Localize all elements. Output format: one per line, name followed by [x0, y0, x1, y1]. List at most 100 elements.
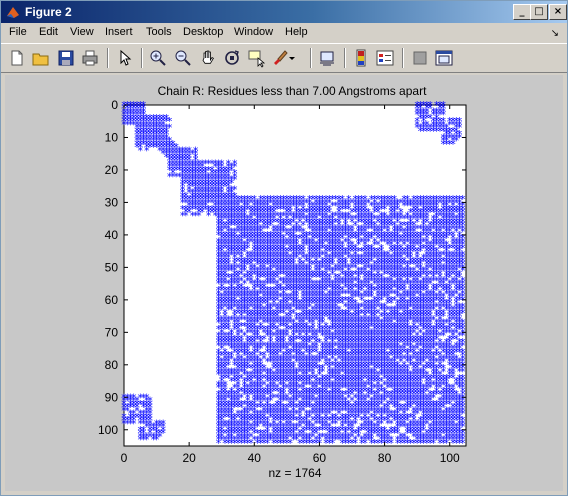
new-figure-icon[interactable] — [7, 48, 27, 68]
contact-point: * — [268, 258, 274, 271]
zoom-in-icon[interactable] — [148, 48, 168, 68]
menu-file[interactable]: File — [9, 26, 27, 38]
link-plot-icon[interactable] — [317, 48, 337, 68]
open-folder-icon[interactable] — [31, 48, 51, 68]
contact-point: * — [372, 193, 378, 206]
menu-insert[interactable]: Insert — [105, 26, 133, 38]
contact-point: * — [418, 382, 424, 395]
contact-point: * — [359, 424, 365, 437]
menu-window[interactable]: Window — [234, 26, 273, 38]
contact-point: * — [222, 369, 228, 382]
contact-point: * — [356, 232, 362, 245]
contact-point: * — [353, 304, 359, 317]
contact-point: * — [385, 235, 391, 248]
contact-point: * — [447, 369, 453, 382]
contact-point: * — [330, 346, 336, 359]
menu-help[interactable]: Help — [285, 26, 308, 38]
contact-point: * — [138, 102, 144, 115]
contact-point: * — [317, 336, 323, 349]
contact-point: * — [294, 284, 300, 297]
contact-point: * — [297, 427, 303, 440]
contact-point: * — [440, 284, 446, 297]
close-button[interactable]: × — [549, 4, 567, 20]
contact-point: * — [398, 213, 404, 226]
menu-view[interactable]: View — [70, 26, 94, 38]
contact-point: * — [382, 401, 388, 414]
matlab-icon — [7, 7, 19, 18]
toolbar-separator — [310, 48, 312, 68]
show-plot-tools-icon[interactable] — [434, 48, 454, 68]
contact-point: * — [265, 388, 271, 401]
contact-point: * — [281, 365, 287, 378]
contact-point: * — [349, 226, 355, 239]
contact-point: * — [291, 404, 297, 417]
contact-point: * — [248, 326, 254, 339]
window-title: Figure 2 — [25, 5, 72, 19]
contact-point: * — [405, 365, 411, 378]
contact-point: * — [294, 193, 300, 206]
save-icon[interactable] — [56, 48, 76, 68]
pan-hand-icon[interactable] — [198, 48, 218, 68]
toolbar — [1, 43, 567, 73]
contact-point: * — [353, 252, 359, 265]
contact-point: * — [258, 430, 264, 443]
maximize-button[interactable]: □ — [530, 4, 548, 20]
contact-point: * — [349, 268, 355, 281]
contact-point: * — [245, 242, 251, 255]
contact-point: * — [362, 268, 368, 281]
toolbar-separator — [141, 48, 143, 68]
dock-arrow-icon[interactable]: ↘ — [551, 28, 559, 39]
contact-point: * — [392, 424, 398, 437]
zoom-out-icon[interactable] — [173, 48, 193, 68]
contact-point: * — [297, 304, 303, 317]
contact-point: * — [300, 336, 306, 349]
contact-point: * — [460, 437, 466, 450]
spy-plot[interactable]: Chain R: Residues less than 7.00 Angstro… — [5, 75, 563, 491]
contact-point: * — [284, 239, 290, 252]
insert-legend-icon[interactable] — [375, 48, 395, 68]
contact-point: * — [219, 388, 225, 401]
minimize-button[interactable]: _ — [513, 4, 531, 20]
contact-point: * — [372, 300, 378, 313]
contact-point: * — [395, 352, 401, 365]
brush-dropdown-icon[interactable] — [286, 48, 298, 68]
contact-point: * — [385, 222, 391, 235]
contact-point: * — [268, 196, 274, 209]
menu-tools[interactable]: Tools — [146, 26, 172, 38]
contact-point: * — [216, 362, 222, 375]
contact-point: * — [369, 365, 375, 378]
contact-point: * — [125, 115, 131, 128]
contact-point: * — [304, 213, 310, 226]
contact-point: * — [258, 414, 264, 427]
chart-title: Chain R: Residues less than 7.00 Angstro… — [158, 84, 427, 98]
rotate-3d-icon[interactable] — [222, 48, 242, 68]
contact-point: * — [392, 209, 398, 222]
contact-point: * — [317, 261, 323, 274]
toolbar-separator — [402, 48, 404, 68]
contact-point: * — [323, 349, 329, 362]
contact-point: * — [248, 411, 254, 424]
insert-colorbar-icon[interactable] — [351, 48, 371, 68]
menu-desktop[interactable]: Desktop — [183, 26, 223, 38]
title-bar[interactable]: Figure 2 _ □ × — [1, 1, 567, 23]
toolbar-separator — [344, 48, 346, 68]
menu-bar: File Edit View Insert Tools Desktop Wind… — [1, 23, 567, 43]
contact-point: * — [225, 278, 231, 291]
contact-point: * — [307, 271, 313, 284]
data-cursor-icon[interactable] — [246, 48, 266, 68]
toolbar-separator — [107, 48, 109, 68]
contact-point: * — [431, 261, 437, 274]
contact-point: * — [313, 278, 319, 291]
contact-point: * — [219, 427, 225, 440]
contact-point: * — [307, 196, 313, 209]
contact-point: * — [427, 391, 433, 404]
menu-edit[interactable]: Edit — [39, 26, 58, 38]
contact-point: * — [353, 317, 359, 330]
hide-plot-tools-icon[interactable] — [410, 48, 430, 68]
figure-window: Figure 2 _ □ × File Edit View Insert Too… — [0, 0, 568, 496]
contact-point: * — [261, 372, 267, 385]
contact-point: * — [138, 144, 144, 157]
print-icon[interactable] — [80, 48, 100, 68]
contact-point: * — [281, 430, 287, 443]
edit-plot-arrow-icon[interactable] — [115, 48, 135, 68]
